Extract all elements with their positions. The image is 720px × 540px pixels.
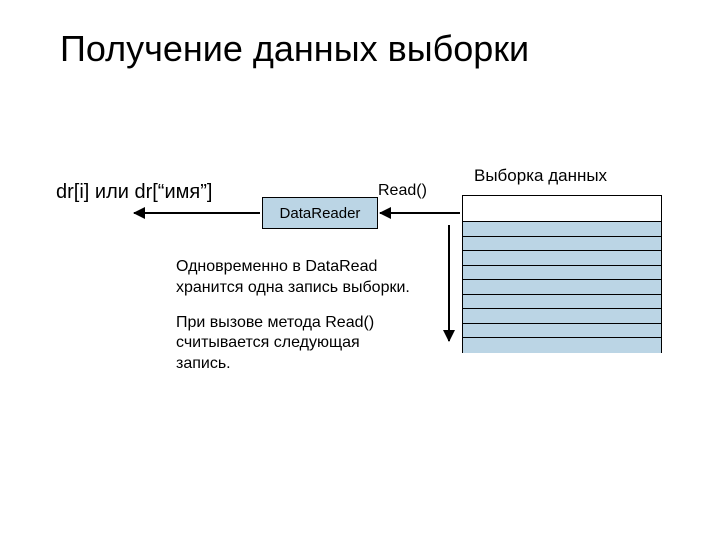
- note-paragraph-2: При вызове метода Read() считывается сле…: [176, 313, 416, 375]
- read-method-label: Read(): [378, 182, 427, 200]
- note-paragraph-1: Одновременно в DataRead хранится одна за…: [176, 257, 416, 299]
- table-row: [463, 237, 661, 252]
- table-row: [463, 222, 661, 237]
- table-row: [463, 295, 661, 310]
- table-row: [463, 324, 661, 339]
- slide: Получение данных выборки dr[i] или dr[“и…: [0, 0, 720, 540]
- table-row: [463, 338, 661, 353]
- table-row: [463, 266, 661, 281]
- table-header-row: [463, 196, 661, 222]
- datareader-box: DataReader: [262, 197, 378, 229]
- datareader-box-label: DataReader: [280, 205, 361, 222]
- access-expression-label: dr[i] или dr[“имя”]: [56, 181, 212, 204]
- table-row: [463, 251, 661, 266]
- table-row: [463, 309, 661, 324]
- arrow-read-icon: [380, 212, 460, 214]
- arrow-left-icon: [134, 212, 260, 214]
- data-table: [462, 195, 662, 353]
- explanatory-note: Одновременно в DataRead хранится одна за…: [176, 257, 416, 389]
- table-row: [463, 280, 661, 295]
- arrow-down-icon: [448, 225, 450, 341]
- page-title: Получение данных выборки: [60, 28, 529, 70]
- table-caption: Выборка данных: [474, 166, 607, 186]
